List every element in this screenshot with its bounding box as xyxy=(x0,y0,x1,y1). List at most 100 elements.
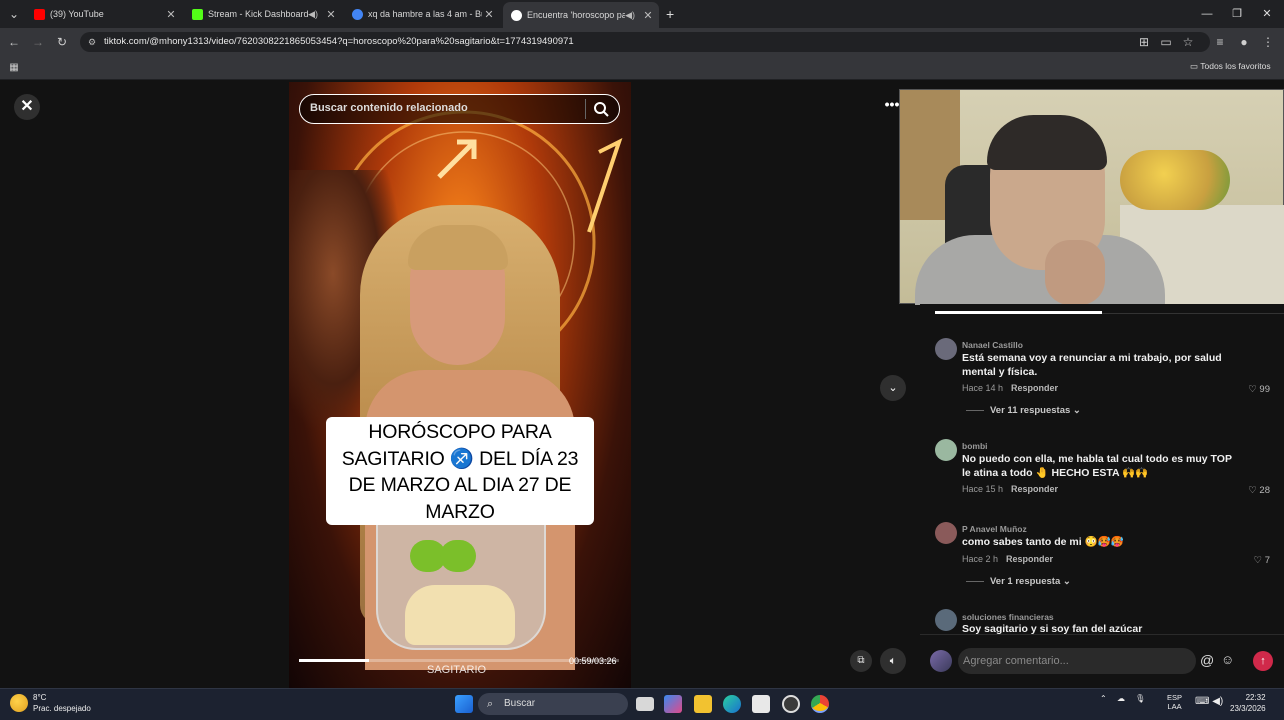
like-count[interactable]: ♡ 99 xyxy=(1234,384,1270,395)
close-tab-icon[interactable]: ✕ xyxy=(482,8,496,21)
comment-username[interactable]: P Anavel Muñoz xyxy=(962,524,1027,534)
chrome-icon[interactable] xyxy=(811,695,829,713)
picture-in-picture-icon[interactable]: ⧉ xyxy=(850,650,872,672)
webcam-fruit-bowl xyxy=(1120,150,1230,210)
search-icon[interactable] xyxy=(592,100,610,118)
weather-widget[interactable]: 8°C Prac. despejado xyxy=(33,692,91,714)
weather-icon[interactable] xyxy=(10,694,28,712)
store-icon[interactable] xyxy=(752,695,770,713)
media-control-icon[interactable]: ≡ xyxy=(1212,34,1228,50)
language-indicator[interactable]: ESP LAA xyxy=(1167,693,1182,711)
view-replies-button[interactable]: Ver 1 respuesta ⌄ xyxy=(966,576,1071,587)
tab-title: Stream - Kick Dashboard xyxy=(208,9,309,19)
like-count[interactable]: ♡ 7 xyxy=(1234,555,1270,566)
onedrive-icon[interactable]: ☁ xyxy=(1117,694,1125,703)
overlay-line: HORÓSCOPO PARA xyxy=(368,421,552,443)
volume-icon[interactable]: 🔈︎ xyxy=(880,648,906,674)
my-avatar xyxy=(930,650,952,672)
overlay-line: MARZO xyxy=(425,500,495,523)
tab-google-search[interactable]: xq da hambre a las 4 am - Busc ✕ xyxy=(344,4,500,24)
profile-icon[interactable]: ● xyxy=(1236,34,1252,50)
close-tab-icon[interactable]: ✕ xyxy=(164,8,178,21)
system-tray[interactable]: ⌃ ☁ 🎙︎ xyxy=(1100,694,1145,703)
related-search-input[interactable]: Buscar contenido relacionado xyxy=(299,94,620,124)
menu-icon[interactable]: ⋮ xyxy=(1260,34,1276,50)
close-tab-icon[interactable]: ✕ xyxy=(324,8,338,21)
task-view-icon[interactable] xyxy=(636,697,654,711)
address-bar[interactable]: ⚙ tiktok.com/@mhony1313/video/7620308221… xyxy=(80,32,1210,52)
copilot-icon[interactable] xyxy=(664,695,682,713)
chevron-up-icon[interactable]: ⌃ xyxy=(1100,694,1107,703)
video-time: 00:59/03:26 xyxy=(569,656,617,666)
search-divider xyxy=(585,99,586,119)
start-icon[interactable] xyxy=(455,695,473,713)
bookmarks-bar xyxy=(0,56,1284,80)
comment-input[interactable]: Agregar comentario... xyxy=(958,648,1196,674)
google-icon xyxy=(352,8,363,20)
comment-text: como sabes tanto de mi 😳🥵🥵 xyxy=(962,536,1124,548)
close-tab-icon[interactable]: ✕ xyxy=(641,9,655,22)
speaker-icon[interactable]: ◀) xyxy=(625,10,635,21)
forward-icon[interactable]: → xyxy=(30,34,46,50)
close-window-icon[interactable]: ✕ xyxy=(1252,4,1282,24)
cast-icon[interactable]: ▭ xyxy=(1158,34,1174,50)
reply-button[interactable]: Responder xyxy=(1006,554,1053,564)
avatar[interactable] xyxy=(935,439,957,461)
apps-grid-icon[interactable]: ▦ xyxy=(6,60,22,76)
next-video-button[interactable]: ⌄ xyxy=(880,375,906,401)
network-volume-icons[interactable]: ⌨ ◀) xyxy=(1195,696,1223,707)
minimize-icon[interactable]: — xyxy=(1192,4,1222,24)
back-icon[interactable]: ← xyxy=(6,34,22,50)
tab-title: xq da hambre a las 4 am - Busc xyxy=(368,9,482,19)
file-explorer-icon[interactable] xyxy=(694,695,712,713)
bookmark-star-icon[interactable]: ☆ xyxy=(1180,34,1196,50)
send-icon[interactable]: ↑ xyxy=(1253,651,1273,671)
translate-icon[interactable]: ⊞ xyxy=(1136,34,1152,50)
reload-icon[interactable]: ↻ xyxy=(54,34,70,50)
like-count[interactable]: ♡ 28 xyxy=(1234,485,1270,496)
app-icon[interactable] xyxy=(782,695,800,713)
kick-icon xyxy=(192,8,203,20)
taskbar-search[interactable]: ⌕ Buscar xyxy=(478,693,628,715)
close-video-button[interactable]: ✕ xyxy=(14,94,40,120)
new-tab-button[interactable]: + xyxy=(666,6,674,22)
sugar-pile xyxy=(405,585,515,645)
tab-tiktok[interactable]: Encuentra 'horoscopo para ◀) ✕ xyxy=(503,2,659,28)
site-info-icon[interactable]: ⚙ xyxy=(88,32,96,52)
speaker-icon[interactable]: ◀) xyxy=(308,9,318,20)
avatar[interactable] xyxy=(935,522,957,544)
tab-title: (39) YouTube xyxy=(50,9,104,19)
search-icon: ⌕ xyxy=(487,698,494,710)
tiktok-icon xyxy=(511,9,522,21)
tab-title: Encuentra 'horoscopo para xyxy=(527,10,626,20)
reply-button[interactable]: Responder xyxy=(1011,383,1058,393)
video-caption: SAGITARIO xyxy=(427,664,487,676)
tab-youtube[interactable]: (39) YouTube ✕ xyxy=(26,4,182,24)
comment-meta: Hace 15 h Responder xyxy=(962,484,1059,494)
video-progress-fill[interactable] xyxy=(299,659,369,662)
taskbar-clock[interactable]: 22:32 23/3/2026 xyxy=(1230,692,1266,714)
avatar[interactable] xyxy=(935,338,957,360)
view-replies-button[interactable]: Ver 11 respuestas ⌄ xyxy=(966,405,1081,416)
comment-username[interactable]: soluciones financieras xyxy=(962,612,1054,622)
comment-meta: Hace 2 h Responder xyxy=(962,554,1054,564)
emoji-icon[interactable]: ☺ xyxy=(1221,652,1234,667)
tab-search-icon[interactable]: ⌄ xyxy=(6,6,22,22)
all-bookmarks[interactable]: ▭ Todos los favoritos xyxy=(1190,61,1271,72)
comment-username[interactable]: Nanael Castillo xyxy=(962,340,1023,350)
mic-icon[interactable]: 🎙︎ xyxy=(1135,694,1145,703)
comment-text: No puedo con ella, me habla tal cual tod… xyxy=(962,453,1232,479)
tab-kick[interactable]: Stream - Kick Dashboard ◀) ✕ xyxy=(184,4,342,24)
url-text: tiktok.com/@mhony1313/video/762030822186… xyxy=(104,36,574,47)
webcam-hand xyxy=(1045,240,1105,305)
comments-tab-indicator xyxy=(935,311,1102,314)
youtube-icon xyxy=(34,8,45,20)
edge-icon[interactable] xyxy=(723,695,741,713)
restore-icon[interactable]: ❐ xyxy=(1222,4,1252,24)
lime xyxy=(440,540,476,572)
avatar[interactable] xyxy=(935,609,957,631)
reply-button[interactable]: Responder xyxy=(1011,484,1058,494)
video-title-overlay: HORÓSCOPO PARA SAGITARIO ♐ DEL DÍA 23 DE… xyxy=(326,417,594,525)
mention-icon[interactable]: @ xyxy=(1200,652,1214,668)
comment-username[interactable]: bombi xyxy=(962,441,988,451)
